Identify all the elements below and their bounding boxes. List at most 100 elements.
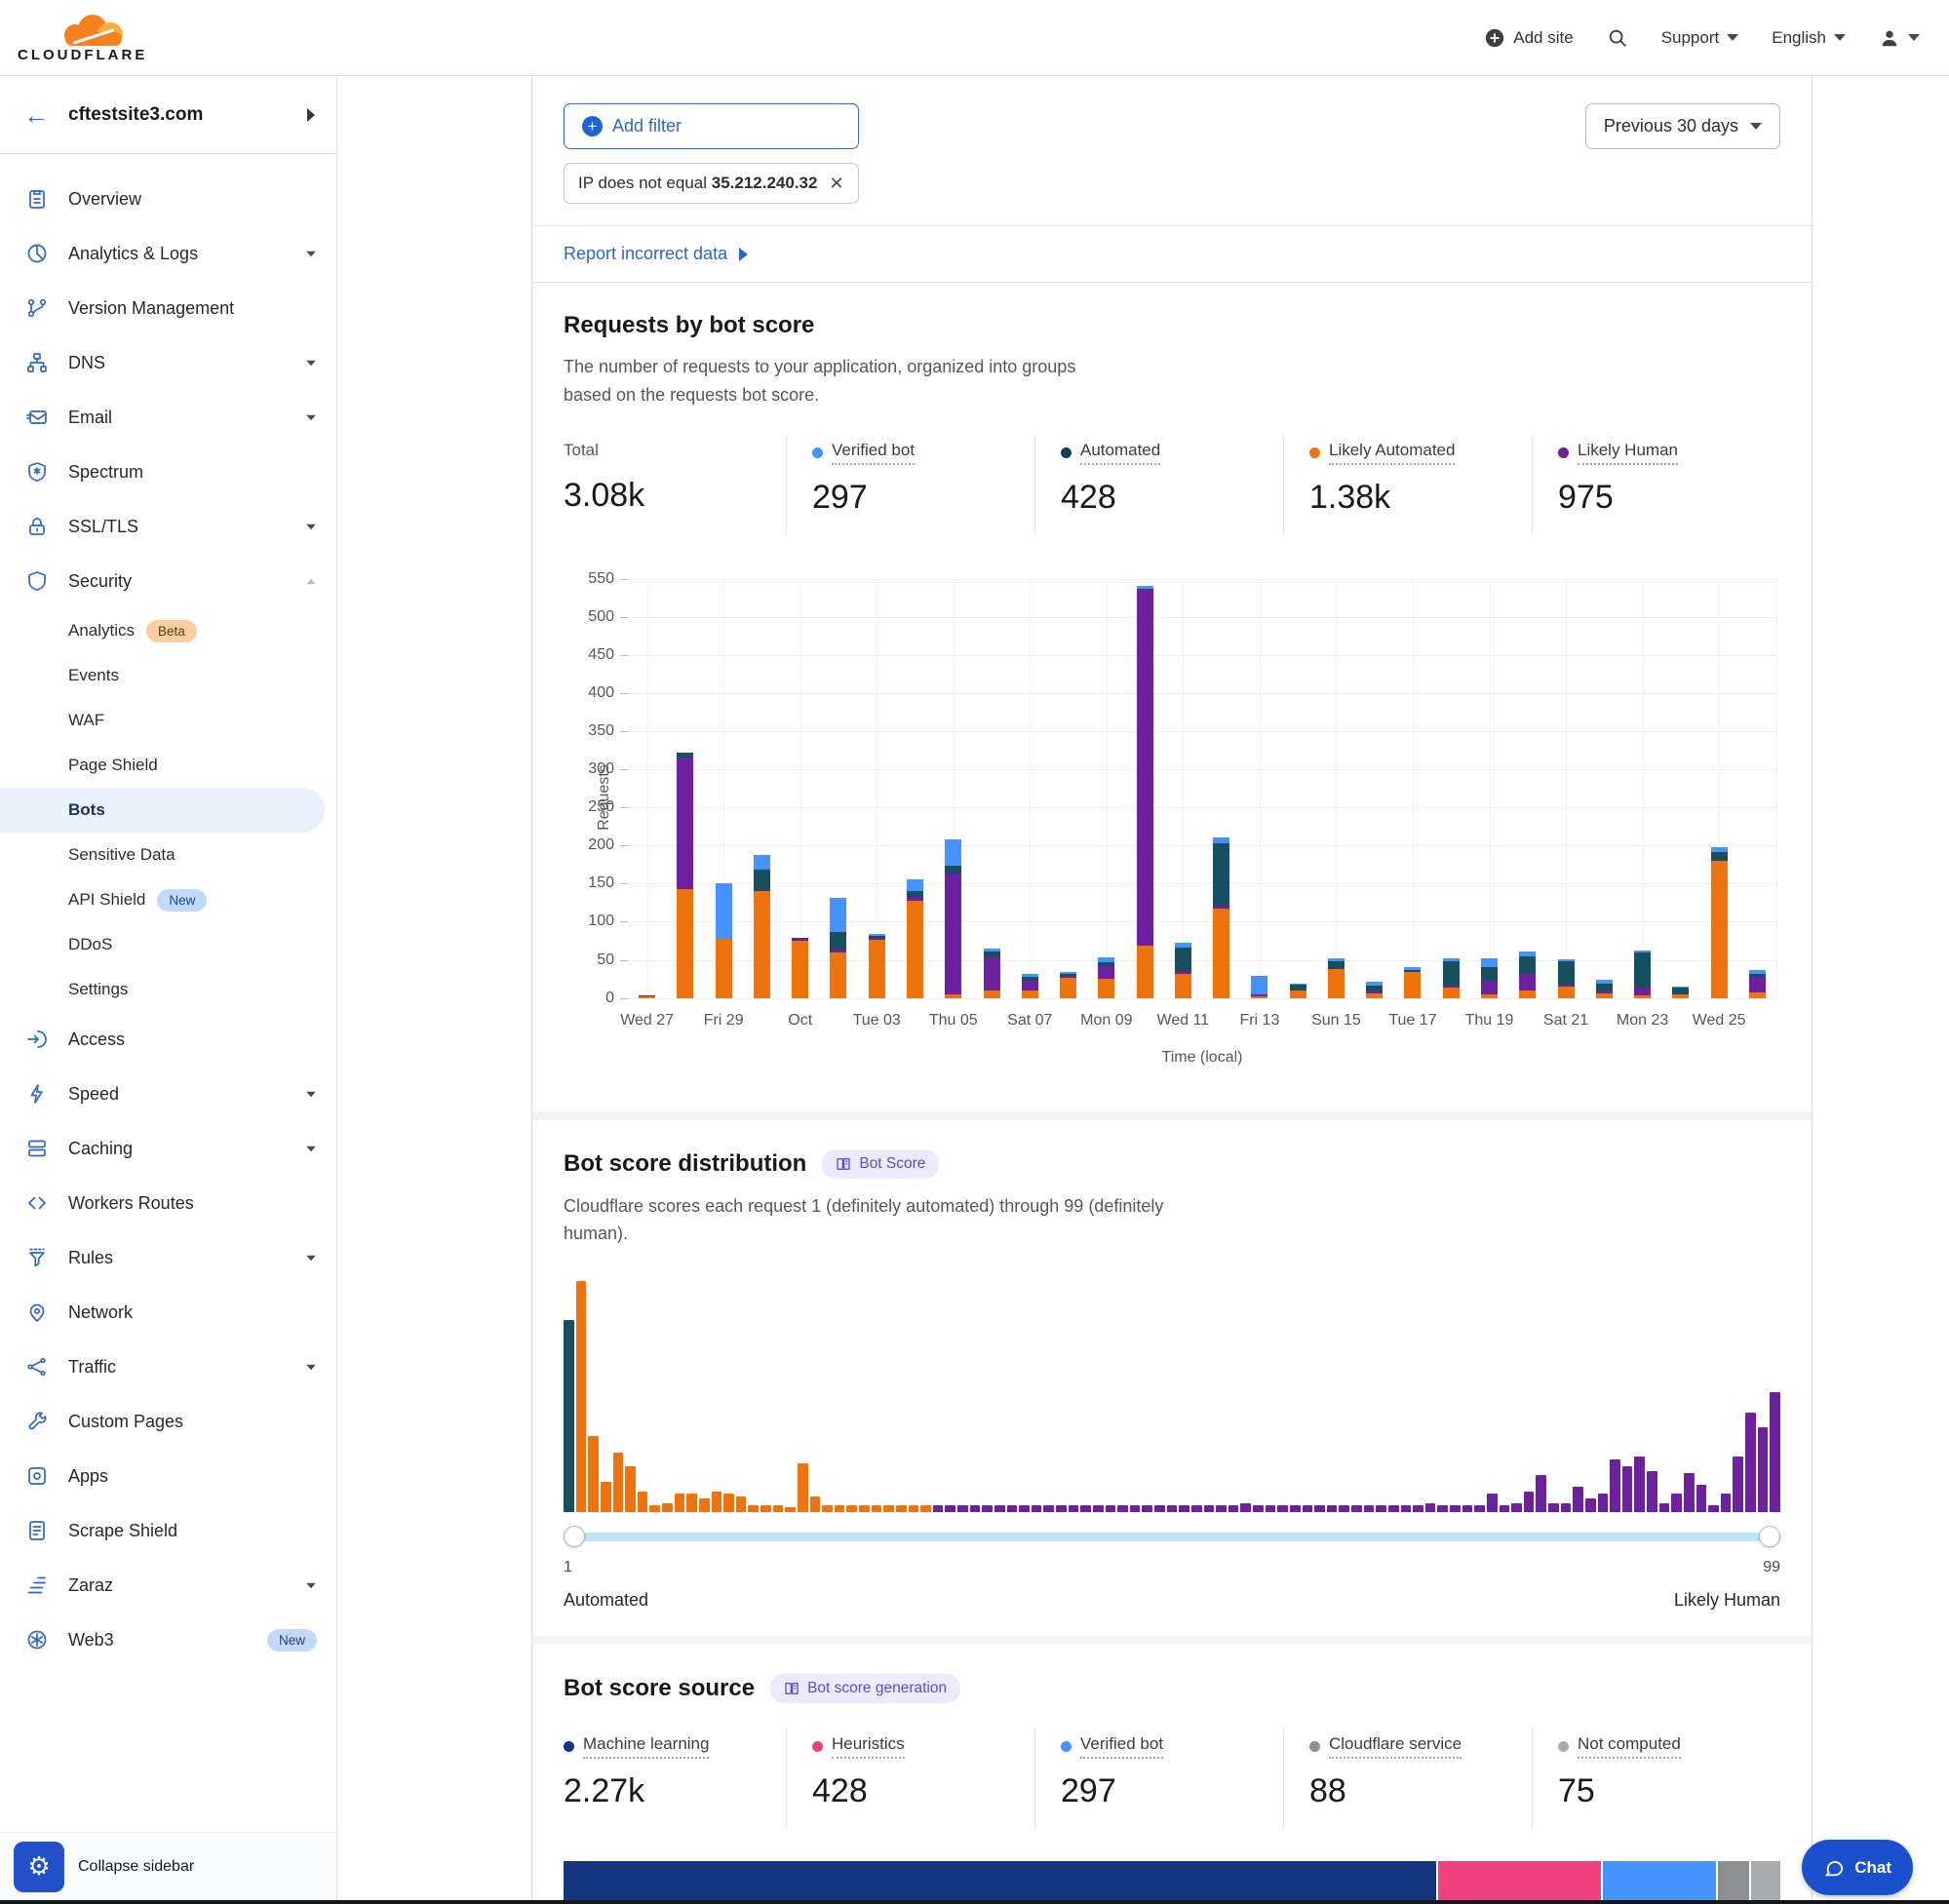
account-menu[interactable] xyxy=(1879,27,1920,49)
sidebar-item-dns[interactable]: DNS xyxy=(0,335,336,390)
sidebar-item-label: Caching xyxy=(68,1139,286,1159)
stat-value: 975 xyxy=(1558,479,1780,517)
bot-score-generation-badge[interactable]: Bot score generation xyxy=(770,1674,960,1703)
histogram-bar xyxy=(1487,1494,1498,1512)
sidebar-item-overview[interactable]: Overview xyxy=(0,172,336,226)
slider-handle-min[interactable] xyxy=(564,1526,585,1547)
sidebar-item-workers-routes[interactable]: Workers Routes xyxy=(0,1176,336,1230)
sidebar-item-speed[interactable]: Speed xyxy=(0,1067,336,1121)
stat-value: 297 xyxy=(1061,1772,1283,1810)
search-button[interactable] xyxy=(1607,27,1628,49)
sidebar-item-events[interactable]: Events xyxy=(0,653,336,698)
stat-label[interactable]: Not computed xyxy=(1578,1734,1681,1759)
sidebar-item-access[interactable]: Access xyxy=(0,1012,336,1067)
histogram-bar xyxy=(982,1505,993,1512)
histogram-bar xyxy=(601,1482,611,1512)
date-range-dropdown[interactable]: Previous 30 days xyxy=(1585,103,1780,149)
quick-settings-button[interactable]: ⚙ xyxy=(14,1842,64,1892)
stat-label[interactable]: Cloudflare service xyxy=(1329,1734,1462,1759)
sidebar-item-web3[interactable]: Web3New xyxy=(0,1613,336,1667)
histogram-bar xyxy=(1536,1475,1546,1512)
stat-value: 2.27k xyxy=(564,1772,786,1810)
sidebar-item-page-shield[interactable]: Page Shield xyxy=(0,743,336,788)
bar-segment xyxy=(1137,586,1153,588)
sidebar-item-settings[interactable]: Settings xyxy=(0,967,336,1012)
section-title: Bot score source xyxy=(564,1675,755,1702)
support-menu[interactable]: Support xyxy=(1661,28,1739,48)
bar-segment xyxy=(1672,988,1689,994)
bar-segment xyxy=(945,839,961,866)
sidebar-item-analytics-logs[interactable]: Analytics & Logs xyxy=(0,226,336,281)
language-menu[interactable]: English xyxy=(1772,28,1846,48)
back-arrow-icon[interactable]: ← xyxy=(23,102,49,128)
sidebar-item-analytics[interactable]: AnalyticsBeta xyxy=(0,608,336,653)
stat-label[interactable]: Verified bot xyxy=(1080,1734,1163,1759)
sidebar-item-api-shield[interactable]: API Shield New xyxy=(0,877,336,922)
sidebar-item-waf[interactable]: WAF xyxy=(0,698,336,743)
sidebar-item-zaraz[interactable]: Zaraz xyxy=(0,1558,336,1613)
slider-track xyxy=(569,1533,1774,1541)
y-axis-tick: 200 xyxy=(588,836,614,854)
histogram-bar xyxy=(1659,1503,1670,1512)
slider-min-value: 1 xyxy=(564,1559,572,1576)
histogram-bar xyxy=(1266,1505,1276,1512)
histogram-bar xyxy=(835,1505,845,1512)
bar-segment xyxy=(1634,952,1651,988)
bar-segment xyxy=(1596,993,1613,998)
sidebar-item-rules[interactable]: Rules xyxy=(0,1230,336,1285)
collapse-sidebar-button[interactable]: Collapse sidebar xyxy=(78,1858,194,1876)
chat-button[interactable]: Chat xyxy=(1802,1840,1913,1895)
histogram-bar xyxy=(1351,1505,1362,1512)
report-incorrect-data-link[interactable]: Report incorrect data xyxy=(564,244,748,264)
slider-handle-max[interactable] xyxy=(1759,1526,1780,1547)
requests-stats-row: Total3.08kVerified bot297Automated428Lik… xyxy=(564,435,1780,534)
requests-by-bot-score-card: Requests by bot score The number of requ… xyxy=(531,283,1813,1111)
chevron-down-icon xyxy=(306,1091,316,1097)
site-switcher-caret-icon[interactable] xyxy=(307,108,315,122)
bar-segment xyxy=(792,939,808,941)
add-site-button[interactable]: Add site xyxy=(1484,27,1573,49)
sidebar-item-security[interactable]: Security xyxy=(0,554,336,608)
sidebar-item-custom-pages[interactable]: Custom Pages xyxy=(0,1394,336,1449)
bot-score-badge[interactable]: Bot Score xyxy=(822,1149,939,1179)
sidebar-item-network[interactable]: Network xyxy=(0,1285,336,1340)
sidebar-item-label: Workers Routes xyxy=(68,1193,317,1214)
sidebar-item-apps[interactable]: Apps xyxy=(0,1449,336,1503)
stat-label[interactable]: Machine learning xyxy=(583,1734,709,1759)
stat-label[interactable]: Automated xyxy=(1080,441,1160,465)
bar-segment xyxy=(1366,993,1383,998)
histogram-bar xyxy=(1277,1505,1288,1512)
source-segment-cloudflare-service xyxy=(1718,1861,1752,1900)
x-axis-tick: Fri 13 xyxy=(1239,1012,1279,1030)
cloudflare-logo[interactable]: CLOUDFLARE xyxy=(18,13,164,63)
sidebar-item-version-management[interactable]: Version Management xyxy=(0,281,336,335)
add-filter-button[interactable]: + Add filter xyxy=(564,103,859,149)
sidebar-item-caching[interactable]: Caching xyxy=(0,1121,336,1176)
new-badge: New xyxy=(157,889,207,912)
sidebar-item-bots[interactable]: Bots xyxy=(0,788,325,833)
sidebar-item-label: Analytics xyxy=(68,621,135,641)
ssl-icon xyxy=(25,515,49,538)
sidebar-item-traffic[interactable]: Traffic xyxy=(0,1340,336,1394)
sidebar-item-label: API Shield xyxy=(68,890,145,910)
book-icon xyxy=(836,1156,851,1172)
stat-label[interactable]: Likely Automated xyxy=(1329,441,1455,465)
bar-segment xyxy=(1634,951,1651,952)
x-axis-title: Time (local) xyxy=(1162,1049,1243,1067)
sidebar-item-scrape-shield[interactable]: Scrape Shield xyxy=(0,1503,336,1558)
sidebar-item-email[interactable]: Email xyxy=(0,390,336,445)
sidebar-item-sensitive-data[interactable]: Sensitive Data xyxy=(0,833,336,877)
stat-label[interactable]: Heuristics xyxy=(832,1734,905,1759)
histogram-bar xyxy=(1106,1505,1116,1512)
remove-filter-icon[interactable]: ✕ xyxy=(829,174,843,194)
sidebar-item-ddos[interactable]: DDoS xyxy=(0,922,336,967)
sidebar-item-ssl-tls[interactable]: SSL/TLS xyxy=(0,499,336,554)
stat-label[interactable]: Likely Human xyxy=(1578,441,1678,465)
bar-segment xyxy=(1022,974,1038,976)
stat-label[interactable]: Verified bot xyxy=(832,441,915,465)
histogram-bar xyxy=(1007,1505,1018,1512)
histogram-bar xyxy=(1204,1505,1215,1512)
sidebar-item-spectrum[interactable]: Spectrum xyxy=(0,445,336,499)
sidebar-item-label: Traffic xyxy=(68,1357,286,1378)
x-axis-tick: Fri 29 xyxy=(704,1012,744,1030)
